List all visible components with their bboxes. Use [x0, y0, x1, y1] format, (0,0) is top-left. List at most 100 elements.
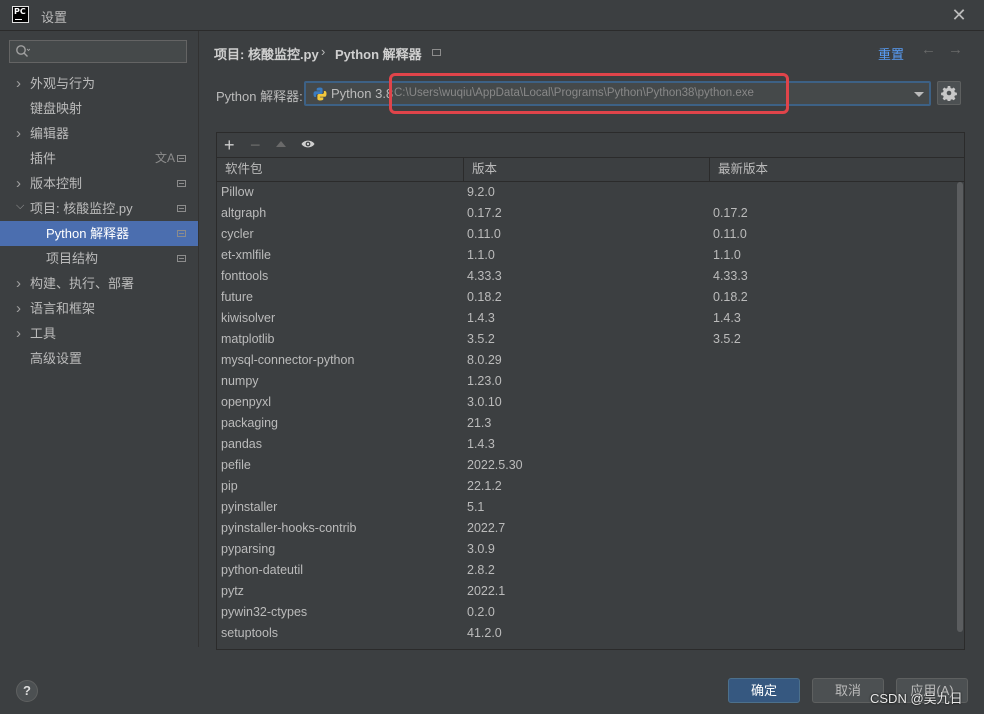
package-version: 1.4.3	[467, 437, 495, 451]
package-name: openpyxl	[221, 395, 272, 409]
sidebar-item-label: 键盘映射	[30, 101, 83, 116]
package-version: 0.11.0	[467, 227, 501, 241]
project-scope-icon	[177, 205, 186, 212]
chevron-right-icon[interactable]: ›	[16, 271, 21, 296]
chevron-down-icon[interactable]: ⌵	[16, 194, 24, 219]
package-name: pywin32-ctypes	[221, 605, 308, 619]
column-header-package[interactable]: 软件包	[217, 158, 464, 181]
chevron-down-icon[interactable]	[914, 92, 924, 97]
ok-button[interactable]: 确定	[728, 678, 800, 703]
sidebar-item[interactable]: › 外观与行为	[0, 71, 198, 96]
table-row[interactable]: pandas 1.4.3	[217, 434, 954, 455]
table-row[interactable]: cycler 0.11.0 0.11.0	[217, 224, 954, 245]
package-version: 3.5.2	[467, 332, 495, 346]
table-row[interactable]: packaging 21.3	[217, 413, 954, 434]
reset-link[interactable]: 重置	[878, 44, 904, 63]
table-row[interactable]: pyinstaller-hooks-contrib 2022.7	[217, 518, 954, 539]
sidebar-item[interactable]: › 版本控制	[0, 171, 198, 196]
package-name: numpy	[221, 374, 259, 388]
package-version: 5.1	[467, 500, 485, 514]
table-row[interactable]: pywin32-ctypes 0.2.0	[217, 602, 954, 623]
column-header-version[interactable]: 版本	[464, 158, 710, 181]
package-name: mysql-connector-python	[221, 353, 355, 367]
sidebar-item-label: 语言和框架	[30, 301, 96, 316]
forward-arrow-icon[interactable]: →	[948, 41, 963, 58]
package-version: 1.23.0	[467, 374, 502, 388]
title-bar: PC 设置 ✕	[0, 0, 984, 31]
sidebar-item[interactable]: › 编辑器	[0, 121, 198, 146]
settings-sidebar: › 外观与行为 键盘映射 › 编辑器 插件 文A › 版本控制 ⌵ 项目: 核酸监控.py Pytho…	[0, 31, 199, 647]
sidebar-item[interactable]: 高级设置	[0, 346, 198, 371]
watermark: CSDN @吴九日	[870, 691, 963, 706]
remove-icon[interactable]: −	[250, 134, 261, 156]
sidebar-item-label: Python 解释器	[46, 226, 130, 241]
package-name: pefile	[221, 458, 251, 472]
package-latest-version: 4.33.3	[713, 269, 748, 283]
project-scope-icon	[177, 180, 186, 187]
table-row[interactable]: mysql-connector-python 8.0.29	[217, 350, 954, 371]
sidebar-item[interactable]: Python 解释器	[0, 221, 198, 246]
package-version: 3.0.9	[467, 542, 495, 556]
interpreter-settings-button[interactable]	[937, 81, 961, 105]
table-row[interactable]: et-xmlfile 1.1.0 1.1.0	[217, 245, 954, 266]
table-row[interactable]: pyinstaller 5.1	[217, 497, 954, 518]
chevron-right-icon[interactable]: ›	[16, 296, 21, 321]
sidebar-item-label: 版本控制	[30, 176, 83, 191]
table-row[interactable]: fonttools 4.33.3 4.33.3	[217, 266, 954, 287]
table-row[interactable]: setuptools 41.2.0	[217, 623, 954, 644]
package-name: pandas	[221, 437, 263, 451]
table-row[interactable]: pyparsing 3.0.9	[217, 539, 954, 560]
table-row[interactable]: matplotlib 3.5.2 3.5.2	[217, 329, 954, 350]
sidebar-item-label: 编辑器	[30, 126, 70, 141]
python-logo-icon	[313, 87, 327, 101]
packages-toolbar: + −	[217, 133, 964, 157]
package-version: 1.1.0	[467, 248, 495, 262]
sidebar-item[interactable]: › 工具	[0, 321, 198, 346]
table-row[interactable]: openpyxl 3.0.10	[217, 392, 954, 413]
table-row[interactable]: Pillow 9.2.0	[217, 182, 954, 203]
sidebar-item-label: 高级设置	[30, 351, 83, 366]
sidebar-item[interactable]: 项目结构	[0, 246, 198, 271]
chevron-right-icon[interactable]: ›	[16, 321, 21, 346]
chevron-right-icon[interactable]: ›	[16, 121, 21, 146]
breadcrumb-project[interactable]: 项目: 核酸监控.py	[214, 44, 319, 63]
breadcrumb-separator: ›	[321, 44, 326, 59]
sidebar-item-label: 构建、执行、部署	[30, 276, 135, 291]
packages-panel: + − 软件包 版本 最新版本 Pillow 9.2.0 altgraph 0.17.…	[216, 132, 965, 650]
table-row[interactable]: pefile 2022.5.30	[217, 455, 954, 476]
package-name: cycler	[221, 227, 254, 241]
sidebar-item[interactable]: 插件 文A	[0, 146, 198, 171]
table-row[interactable]: numpy 1.23.0	[217, 371, 954, 392]
close-icon[interactable]: ✕	[948, 4, 970, 26]
table-row[interactable]: pytz 2022.1	[217, 581, 954, 602]
vertical-scrollbar[interactable]	[956, 182, 964, 634]
package-version: 21.3	[467, 416, 492, 430]
scrollbar-thumb[interactable]	[957, 182, 963, 632]
add-icon[interactable]: +	[224, 134, 235, 156]
table-row[interactable]: python-dateutil 2.8.2	[217, 560, 954, 581]
sidebar-item[interactable]: › 语言和框架	[0, 296, 198, 321]
settings-search-input[interactable]	[9, 40, 187, 63]
sidebar-item-label: 外观与行为	[30, 76, 96, 91]
interpreter-name: Python 3.8	[331, 86, 394, 101]
table-row[interactable]: altgraph 0.17.2 0.17.2	[217, 203, 954, 224]
package-version: 3.0.10	[467, 395, 502, 409]
chevron-right-icon[interactable]: ›	[16, 71, 21, 96]
package-name: pyinstaller-hooks-contrib	[221, 521, 357, 535]
table-row[interactable]: kiwisolver 1.4.3 1.4.3	[217, 308, 954, 329]
sidebar-item[interactable]: ⌵ 项目: 核酸监控.py	[0, 196, 198, 221]
eye-icon[interactable]	[301, 139, 315, 149]
back-arrow-icon[interactable]: ←	[921, 41, 936, 58]
package-name: pyparsing	[221, 542, 276, 556]
column-header-latest-version[interactable]: 最新版本	[710, 158, 964, 181]
package-version: 8.0.29	[467, 353, 502, 367]
table-row[interactable]: pip 22.1.2	[217, 476, 954, 497]
sidebar-item-label: 项目: 核酸监控.py	[30, 201, 133, 216]
sidebar-item[interactable]: › 构建、执行、部署	[0, 271, 198, 296]
move-up-icon[interactable]	[276, 141, 286, 147]
table-row[interactable]: future 0.18.2 0.18.2	[217, 287, 954, 308]
help-icon[interactable]: ?	[16, 680, 38, 702]
chevron-right-icon[interactable]: ›	[16, 171, 21, 196]
package-name: et-xmlfile	[221, 248, 272, 262]
sidebar-item[interactable]: 键盘映射	[0, 96, 198, 121]
